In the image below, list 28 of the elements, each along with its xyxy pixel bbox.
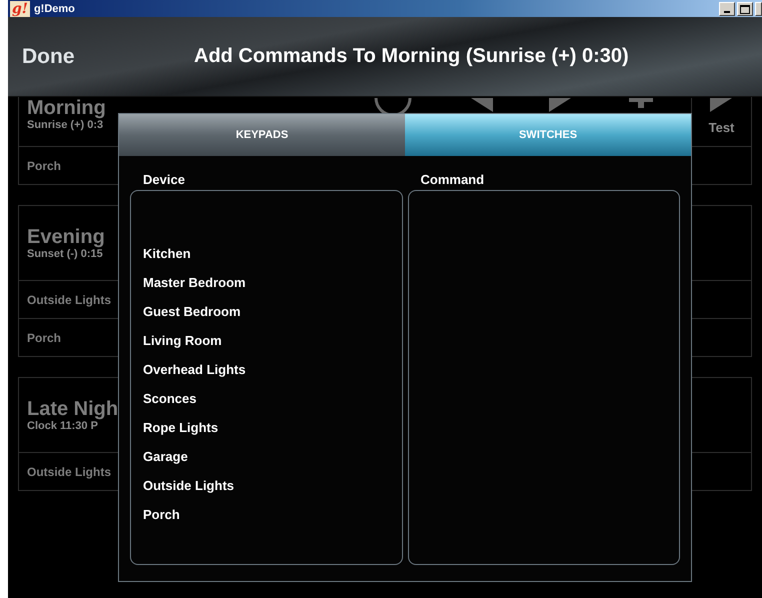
maximize-icon[interactable] xyxy=(737,2,753,16)
window-title: g!Demo xyxy=(34,2,76,14)
schedule-trigger: Clock 11:30 P xyxy=(27,420,99,432)
minimize-icon[interactable] xyxy=(719,2,735,16)
left-arrow-icon[interactable] xyxy=(469,98,493,112)
schedule-name: Evening xyxy=(27,226,106,248)
device-item[interactable]: Porch xyxy=(131,500,180,529)
schedule-name: Late Nigh xyxy=(27,398,120,420)
device-item[interactable]: Living Room xyxy=(131,326,222,355)
schedule-trigger: Sunrise (+) 0:3 xyxy=(27,119,104,131)
done-button[interactable]: Done xyxy=(22,44,182,68)
device-item[interactable]: Garage xyxy=(131,442,188,471)
device-item[interactable]: Sconces xyxy=(131,384,196,413)
device-item[interactable]: Rope Lights xyxy=(131,413,218,442)
device-item[interactable]: Outside Lights xyxy=(131,471,234,500)
command-heading: Command xyxy=(420,172,484,188)
app-logo: g! xyxy=(10,0,30,16)
device-item[interactable]: Overhead Lights xyxy=(131,355,246,384)
page-title: Add Commands To Morning (Sunrise (+) 0:30) xyxy=(194,45,629,68)
tab[interactable]: KEYPADS xyxy=(119,114,405,156)
device-item[interactable]: Guest Bedroom xyxy=(131,297,241,326)
right-arrow-icon[interactable] xyxy=(549,98,573,112)
device-item[interactable]: Kitchen xyxy=(131,239,191,268)
device-item[interactable]: Master Bedroom xyxy=(131,268,246,297)
close-icon[interactable] xyxy=(755,2,762,16)
schedule-trigger: Sunset (-) 0:15 xyxy=(27,248,104,260)
schedule-name: Morning xyxy=(27,97,107,119)
device-heading: Device xyxy=(142,172,185,188)
